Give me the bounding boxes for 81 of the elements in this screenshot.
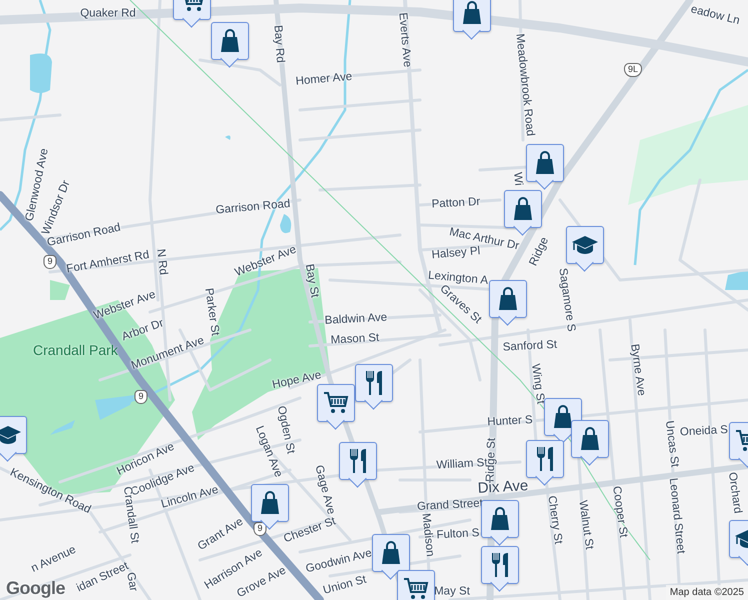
street-label: Grant Ave	[196, 516, 246, 553]
street-label: Chester St	[282, 516, 338, 546]
street-label: Ridge St	[485, 438, 498, 482]
street-label: Hope Ave	[272, 370, 322, 392]
street-label: Baldwin Ave	[324, 312, 388, 328]
shopping-bag-icon	[219, 29, 241, 53]
shopping-bag-icon	[461, 1, 483, 25]
google-logo: Google	[6, 579, 65, 597]
fork-knife-icon	[364, 370, 384, 396]
street-label: Madison	[419, 512, 435, 558]
street-label: Mason St	[330, 332, 380, 348]
street-label: Homer Ave	[295, 72, 353, 88]
pond	[280, 214, 292, 234]
street-label: Lexington A	[428, 270, 488, 287]
graduation-cap-icon	[0, 425, 22, 445]
street-label: Uncas St	[662, 420, 680, 468]
shopping-cart-icon	[403, 577, 429, 600]
street-label: Hunter S	[487, 415, 533, 429]
map-pin[interactable]	[504, 190, 542, 236]
shopping-bag-icon	[579, 427, 601, 451]
map-pin[interactable]	[489, 280, 527, 326]
street-label: May St	[434, 586, 470, 598]
map-pin[interactable]	[355, 364, 393, 410]
street-label: Sanford St	[502, 340, 558, 354]
street-label: Byrne Ave	[628, 343, 646, 397]
street-label: Walnut St	[576, 500, 594, 550]
street-label: Fort Amherst Rd	[66, 250, 150, 276]
street-label: Bay St	[302, 263, 320, 299]
shopping-bag-icon	[512, 197, 534, 221]
street-label: Ogden St	[274, 405, 296, 455]
street-label: Ridge	[528, 236, 552, 268]
street-label: Quaker Rd	[80, 8, 136, 20]
map-pin[interactable]	[526, 144, 564, 190]
street-label: Grand Street	[416, 498, 484, 514]
shopping-bag-icon	[489, 507, 511, 531]
shopping-bag-icon	[497, 287, 519, 311]
map-pin[interactable]	[453, 0, 491, 40]
map-pin[interactable]	[372, 534, 410, 580]
shopping-bag-icon	[380, 541, 402, 565]
street-label: Sagamore S	[556, 268, 576, 332]
street-label: Halsey Pl	[431, 246, 481, 262]
street-label: Wing St	[528, 363, 546, 405]
map-pin[interactable]	[481, 500, 519, 546]
street-label: Gage Ave	[312, 464, 336, 516]
shopping-bag-icon	[552, 405, 574, 429]
street-label: Everts Ave	[396, 12, 412, 68]
street-label: William St	[436, 458, 488, 472]
fork-knife-icon	[535, 446, 555, 472]
shopping-cart-icon	[323, 391, 349, 415]
street-label: eadow Ln	[689, 4, 741, 28]
street-label: Meadowbrook Road	[512, 33, 536, 137]
map-pin[interactable]	[339, 442, 377, 488]
street-label: Goodwin Ave	[304, 548, 374, 576]
pond	[725, 270, 748, 290]
street-label: Cherry St	[544, 495, 564, 545]
street-label: Orchard	[725, 472, 743, 514]
street-label: Wi	[510, 172, 524, 186]
street-label: N Rd	[154, 248, 168, 276]
street-label: Bay Rd	[270, 24, 286, 64]
map-pin[interactable]	[0, 416, 27, 462]
street-label: Union St	[322, 574, 368, 598]
street-label: Lincoln Ave	[160, 484, 220, 512]
street-label: Leonard Street	[666, 478, 686, 554]
map-pin[interactable]	[526, 440, 564, 486]
fork-knife-icon	[348, 448, 368, 474]
fork-knife-icon	[490, 552, 510, 578]
street-label: Garrison Road	[215, 199, 291, 217]
map-pin[interactable]	[571, 420, 609, 466]
street-label: Parker St	[202, 287, 220, 337]
park-label: Crandall Park	[33, 343, 118, 357]
shopping-bag-icon	[259, 491, 281, 515]
street-label: Fulton S	[436, 528, 480, 542]
map-pin[interactable]	[211, 22, 249, 68]
map-pin[interactable]	[481, 546, 519, 592]
pond	[225, 136, 230, 140]
shopping-bag-icon	[534, 151, 556, 175]
graduation-cap-icon	[571, 235, 599, 255]
map-pin[interactable]	[317, 384, 355, 430]
street-label: Cooper St	[610, 486, 628, 538]
street-label: Patton Dr	[431, 196, 481, 212]
street-label: Oneida S	[680, 425, 728, 439]
